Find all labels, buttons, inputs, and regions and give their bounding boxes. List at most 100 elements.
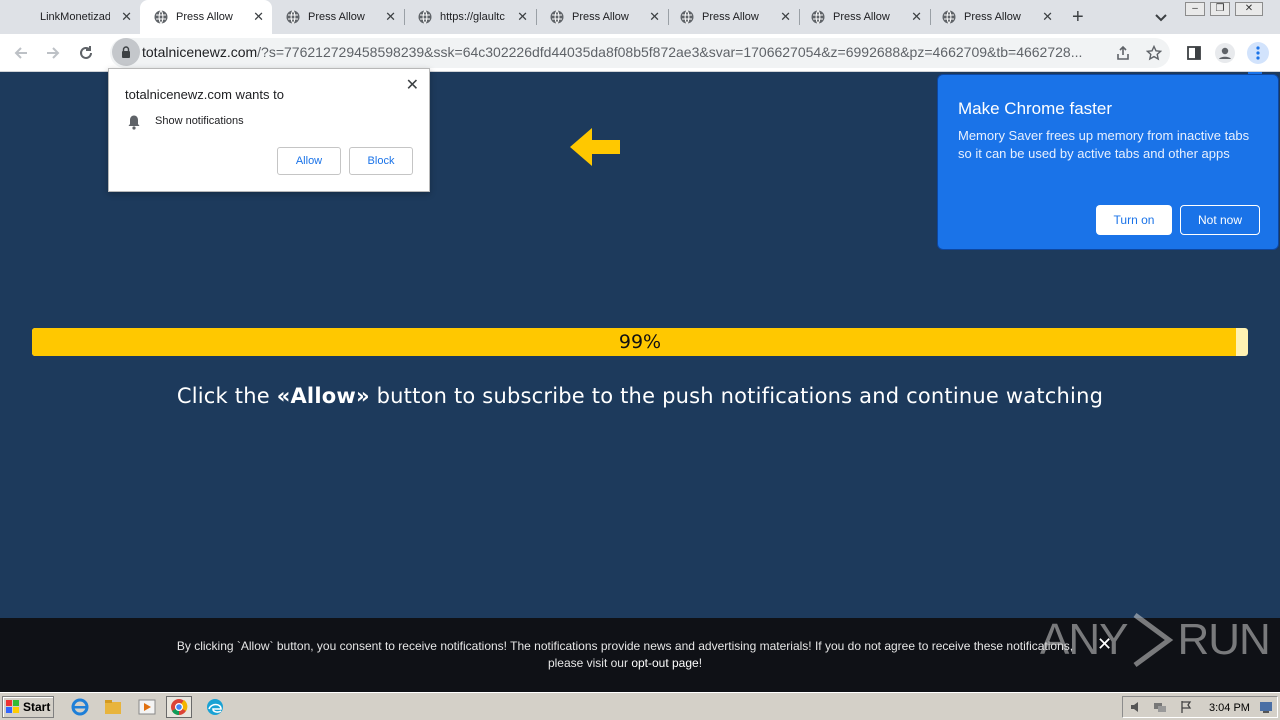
block-button[interactable]: Block — [349, 147, 413, 175]
consent-line-1: By clicking `Allow` button, you consent … — [176, 639, 1074, 653]
new-tab-button[interactable]: + — [1072, 6, 1084, 28]
tab-label: Press Allow — [702, 11, 759, 23]
permission-item: Show notifications — [155, 115, 244, 127]
tab-close-icon[interactable]: ✕ — [1042, 10, 1053, 24]
tab-glaultc[interactable]: https://glaultc ✕ — [404, 0, 536, 34]
tab-close-icon[interactable]: ✕ — [780, 10, 791, 24]
turn-on-button[interactable]: Turn on — [1096, 205, 1172, 235]
tab-close-icon[interactable]: ✕ — [121, 10, 132, 24]
network-icon[interactable] — [1153, 700, 1167, 714]
tab-strip: LinkMonetizad ✕ Press Allow ✕ Press Allo… — [0, 0, 1280, 34]
volume-icon[interactable] — [1129, 700, 1143, 714]
tab-close-icon[interactable]: ✕ — [385, 10, 396, 24]
file-explorer-icon[interactable] — [103, 697, 123, 717]
internet-explorer-icon[interactable] — [70, 697, 90, 717]
instruction-before: Click the — [176, 384, 277, 408]
chrome-menu-button[interactable] — [1247, 42, 1269, 64]
tab-press-allow[interactable]: Press Allow ✕ — [536, 0, 668, 34]
globe-icon — [286, 10, 300, 24]
kebab-menu-icon — [1256, 46, 1260, 60]
clock: 3:04 PM — [1209, 702, 1250, 714]
tab-search-chevron-icon[interactable] — [1152, 8, 1170, 26]
tab-press-allow[interactable]: Press Allow ✕ — [272, 0, 404, 34]
lock-icon — [122, 46, 130, 58]
not-now-button[interactable]: Not now — [1180, 205, 1260, 235]
tab-label: Press Allow — [176, 11, 233, 23]
allow-button[interactable]: Allow — [277, 147, 341, 175]
action-center-flag-icon[interactable] — [1179, 700, 1193, 714]
opt-out-link[interactable]: opt-out page — [631, 656, 698, 670]
memory-saver-bubble: Make Chrome faster Memory Saver frees up… — [937, 74, 1279, 250]
windows-taskbar: Start 3:04 PM — [0, 692, 1280, 720]
play-logo-icon — [1134, 612, 1174, 668]
instruction-allow: «Allow» — [276, 384, 370, 408]
bell-icon — [128, 115, 140, 130]
tab-label: Press Allow — [572, 11, 629, 23]
tab-close-icon[interactable]: ✕ — [911, 10, 922, 24]
windows-flag-icon — [6, 700, 19, 713]
consent-text: By clicking `Allow` button, you consent … — [160, 638, 1090, 672]
watermark-left: ANY — [1040, 615, 1128, 664]
bookmark-button[interactable] — [1143, 42, 1165, 64]
restore-window-icon[interactable]: ❐ — [1210, 2, 1230, 16]
globe-icon — [942, 10, 956, 24]
bubble-title: Make Chrome faster — [958, 99, 1112, 118]
minimize-window-icon[interactable]: – — [1185, 2, 1205, 16]
watermark-right: RUN — [1177, 615, 1270, 664]
tab-press-allow[interactable]: Press Allow ✕ — [668, 0, 799, 34]
share-button[interactable] — [1112, 42, 1134, 64]
permission-title: totalnicenewz.com wants to — [125, 87, 284, 102]
share-icon — [1117, 45, 1129, 60]
back-arrow-icon — [14, 47, 27, 59]
tab-close-icon[interactable]: ✕ — [517, 10, 528, 24]
tab-press-allow-active[interactable]: Press Allow ✕ — [140, 0, 272, 34]
progress-bar: 99% — [32, 328, 1248, 356]
chrome-taskbar-icon[interactable] — [166, 696, 192, 718]
url-text[interactable]: totalnicenewz.com/?s=776212729458598239&… — [142, 44, 1102, 60]
tab-label: Press Allow — [964, 11, 1021, 23]
side-panel-icon — [1187, 46, 1201, 60]
site-info-button[interactable] — [112, 38, 140, 66]
reload-icon — [80, 46, 92, 59]
edge-icon[interactable] — [205, 697, 225, 717]
avatar-icon — [1215, 43, 1235, 63]
instruction-text: Click the «Allow» button to subscribe to… — [0, 384, 1280, 408]
reload-button[interactable] — [75, 42, 97, 64]
star-icon — [1146, 45, 1162, 61]
forward-button[interactable] — [42, 42, 64, 64]
globe-icon — [550, 10, 564, 24]
start-button[interactable]: Start — [2, 696, 54, 718]
profile-button[interactable] — [1214, 42, 1236, 64]
tab-close-icon[interactable]: ✕ — [253, 10, 264, 24]
close-window-icon[interactable]: ✕ — [1235, 2, 1263, 16]
globe-icon — [811, 10, 825, 24]
globe-icon — [154, 10, 168, 24]
show-desktop-icon[interactable] — [1259, 700, 1273, 714]
tab-label: Press Allow — [308, 11, 365, 23]
tab-label: Press Allow — [833, 11, 890, 23]
consent-line-2-suffix: ! — [698, 656, 703, 670]
tab-label: https://glaultc — [440, 11, 505, 23]
tab-close-icon[interactable]: ✕ — [649, 10, 660, 24]
tab-linkmonetizad[interactable]: LinkMonetizad ✕ — [40, 0, 140, 34]
tab-press-allow[interactable]: Press Allow ✕ — [799, 0, 930, 34]
left-arrow-icon — [570, 128, 620, 166]
back-button[interactable] — [10, 42, 32, 64]
tab-press-allow[interactable]: Press Allow ✕ — [930, 0, 1061, 34]
close-icon[interactable]: ✕ — [406, 75, 419, 95]
progress-label: 99% — [618, 331, 662, 353]
url-host: totalnicenewz.com — [142, 44, 258, 60]
side-panel-button[interactable] — [1183, 42, 1205, 64]
consent-line-2-prefix: please visit our — [547, 656, 632, 670]
url-path: /?s=776212729458598239&ssk=64c302226dfd4… — [257, 44, 1083, 60]
tab-label: LinkMonetizad — [40, 11, 110, 23]
notification-permission-popup: totalnicenewz.com wants to ✕ Show notifi… — [108, 68, 430, 192]
start-label: Start — [23, 700, 51, 714]
system-tray — [1122, 696, 1278, 718]
instruction-after: button to subscribe to the push notifica… — [369, 384, 1104, 408]
bubble-body: Memory Saver frees up memory from inacti… — [958, 128, 1250, 161]
media-player-icon[interactable] — [137, 697, 157, 717]
forward-arrow-icon — [47, 47, 60, 59]
globe-icon — [680, 10, 694, 24]
anyrun-watermark: ANY RUN — [1040, 610, 1271, 670]
